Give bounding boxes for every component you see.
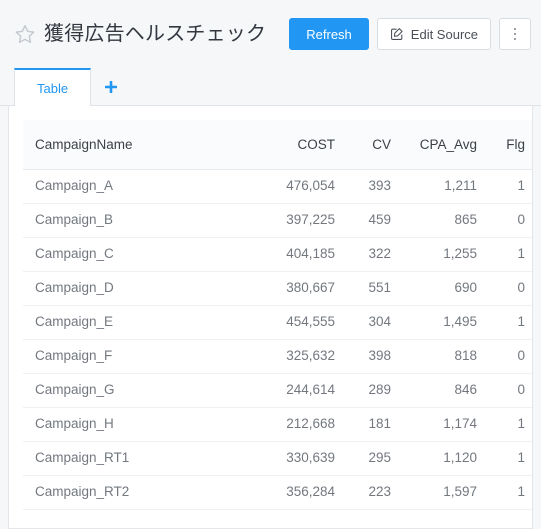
table-row[interactable]: Campaign_A 476,054 393 1,211 1 [23,169,532,204]
page-header: 獲得広告ヘルスチェック Refresh Edit Source [0,0,541,68]
table-row[interactable]: Campaign_C 404,185 322 1,255 1 [23,237,532,272]
cell-cost: 397,225 [255,203,347,238]
table-row[interactable]: Campaign_D 380,667 551 690 0 [23,271,532,306]
tab-table-label: Table [37,80,69,96]
table-row[interactable]: Campaign_G 244,614 289 846 0 [23,373,532,408]
table-row[interactable]: Campaign_E 454,555 304 1,495 1 [23,305,532,340]
cell-cv: 223 [347,475,403,510]
cell-flg: 1 [489,407,532,442]
refresh-button-label: Refresh [306,26,352,42]
star-outline-icon[interactable] [14,23,36,45]
cell-flg: 1 [489,441,532,476]
cell-cost: 212,668 [255,407,347,442]
cell-campaignname: Campaign_G [23,373,255,408]
edit-source-button[interactable]: Edit Source [376,18,491,50]
column-header-cpa-avg[interactable]: CPA_Avg [403,120,489,170]
tab-strip: Table [0,68,541,107]
cell-cost: 244,614 [255,373,347,408]
cell-cost: 330,639 [255,441,347,476]
tab-table[interactable]: Table [14,68,92,107]
cell-cpa-avg: 1,174 [403,407,489,442]
cell-cv: 304 [347,305,403,340]
refresh-button[interactable]: Refresh [289,18,369,50]
cell-cpa-avg: 865 [403,203,489,238]
plus-icon [104,80,118,94]
column-header-flg[interactable]: Flg [489,120,532,170]
cell-cpa-avg: 1,255 [403,237,489,272]
cell-cost: 404,185 [255,237,347,272]
cell-campaignname: Campaign_F [23,339,255,374]
cell-cpa-avg: 1,495 [403,305,489,340]
cell-cv: 181 [347,407,403,442]
table-row[interactable]: Campaign_F 325,632 398 818 0 [23,339,532,374]
table-body: Campaign_A 476,054 393 1,211 1 Campaign_… [23,169,532,510]
cell-cost: 325,632 [255,339,347,374]
cell-cost: 476,054 [255,169,347,204]
cell-cv: 551 [347,271,403,306]
cell-cost: 380,667 [255,271,347,306]
header-actions: Refresh Edit Source [289,18,531,50]
cell-campaignname: Campaign_E [23,305,255,340]
cell-cpa-avg: 846 [403,373,489,408]
panel-card-inner: CampaignName COST CV CPA_Avg Flg Campaig… [9,106,532,528]
pencil-square-icon [390,27,404,41]
cell-flg: 0 [489,339,532,374]
cell-campaignname: Campaign_C [23,237,255,272]
table-row[interactable]: Campaign_RT1 330,639 295 1,120 1 [23,441,532,476]
app-page: 獲得広告ヘルスチェック Refresh Edit Source Table Ca… [0,0,541,529]
table-row[interactable]: Campaign_H 212,668 181 1,174 1 [23,407,532,442]
content-area: CampaignName COST CV CPA_Avg Flg Campaig… [0,106,541,529]
cell-flg: 0 [489,271,532,306]
cell-campaignname: Campaign_RT1 [23,441,255,476]
cell-campaignname: Campaign_D [23,271,255,306]
cell-cpa-avg: 1,211 [403,169,489,204]
cell-cost: 356,284 [255,475,347,510]
cell-flg: 1 [489,237,532,272]
table-row[interactable]: Campaign_RT2 356,284 223 1,597 1 [23,475,532,510]
add-tab-button[interactable] [91,68,131,106]
cell-flg: 1 [489,305,532,340]
column-header-cost[interactable]: COST [255,120,347,170]
cell-flg: 0 [489,373,532,408]
kebab-menu-icon [513,27,517,41]
cell-flg: 1 [489,169,532,204]
table-header-row: CampaignName COST CV CPA_Avg Flg [23,120,532,170]
more-menu-button[interactable] [499,18,531,50]
cell-campaignname: Campaign_A [23,169,255,204]
cell-cv: 295 [347,441,403,476]
cell-cv: 322 [347,237,403,272]
cell-cpa-avg: 1,120 [403,441,489,476]
column-header-campaignname[interactable]: CampaignName [23,120,255,170]
cell-cpa-avg: 690 [403,271,489,306]
cell-cpa-avg: 1,597 [403,475,489,510]
cell-cv: 289 [347,373,403,408]
column-header-cv[interactable]: CV [347,120,403,170]
panel-card: CampaignName COST CV CPA_Avg Flg Campaig… [8,106,533,529]
cell-flg: 0 [489,203,532,238]
cell-campaignname: Campaign_B [23,203,255,238]
page-title: 獲得広告ヘルスチェック [44,23,267,45]
campaign-table: CampaignName COST CV CPA_Avg Flg Campaig… [23,120,532,510]
cell-cv: 393 [347,169,403,204]
edit-source-button-label: Edit Source [410,26,478,42]
cell-flg: 1 [489,475,532,510]
cell-campaignname: Campaign_H [23,407,255,442]
table-header: CampaignName COST CV CPA_Avg Flg [23,120,532,170]
cell-cpa-avg: 818 [403,339,489,374]
table-row[interactable]: Campaign_B 397,225 459 865 0 [23,203,532,238]
cell-campaignname: Campaign_RT2 [23,475,255,510]
cell-cv: 459 [347,203,403,238]
cell-cost: 454,555 [255,305,347,340]
cell-cv: 398 [347,339,403,374]
